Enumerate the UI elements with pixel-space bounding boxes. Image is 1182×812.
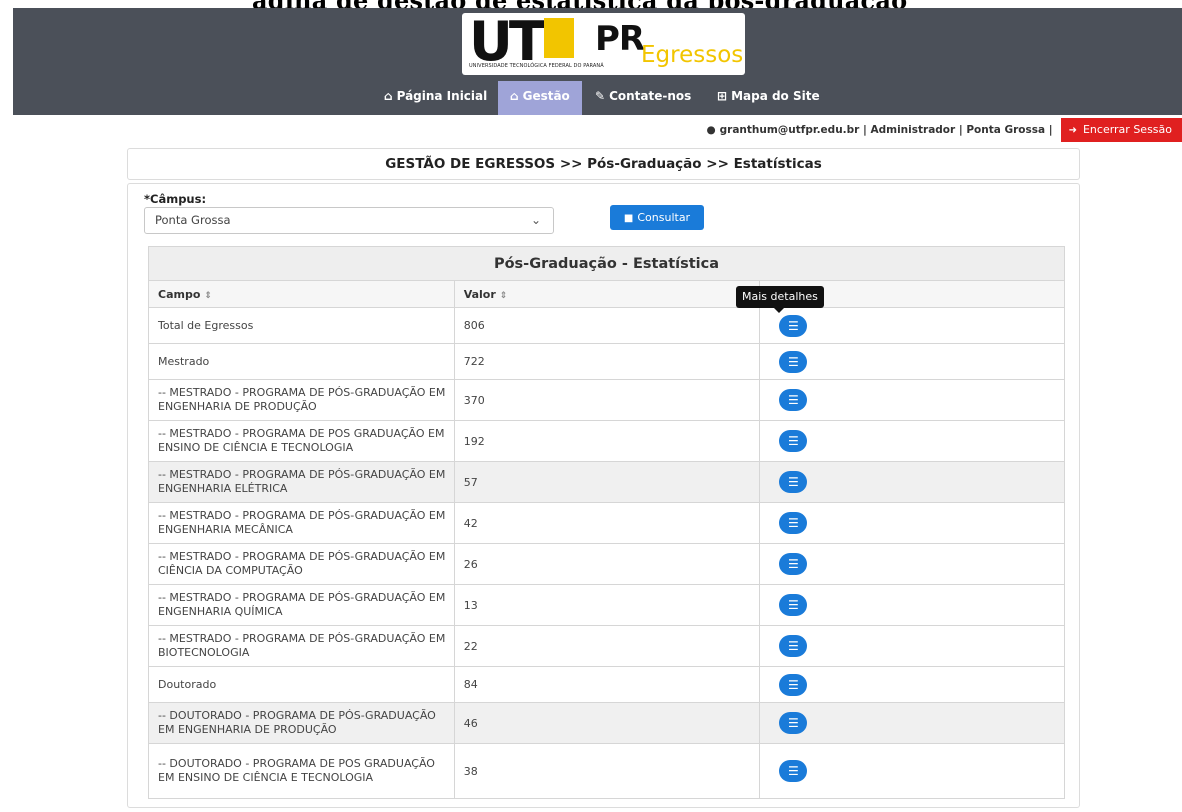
nav-gestao[interactable]: ⌂ Gestão bbox=[498, 81, 582, 115]
valor-cell: 57 bbox=[453, 461, 761, 503]
site-header: UT PR Egressos UNIVERSIDADE TECNOLÓGICA … bbox=[13, 8, 1182, 115]
list-icon[interactable]: ☰ bbox=[779, 594, 808, 616]
campo-cell: Doutorado bbox=[148, 666, 455, 703]
campo-cell: -- MESTRADO - PROGRAMA DE PÓS-GRADUAÇÃO … bbox=[148, 379, 455, 421]
valor-cell: 42 bbox=[453, 502, 761, 544]
valor-cell: 22 bbox=[453, 625, 761, 667]
utfpr-egressos-logo[interactable]: UT PR Egressos UNIVERSIDADE TECNOLÓGICA … bbox=[462, 11, 745, 75]
logo-pr-text: PR bbox=[595, 19, 645, 59]
campo-cell: -- MESTRADO - PROGRAMA DE POS GRADUAÇÃO … bbox=[148, 420, 455, 462]
table-row: Mestrado 722 ☰ bbox=[148, 343, 1065, 380]
sign-out-icon: ➜ bbox=[1068, 125, 1077, 136]
home-icon: ⌂ bbox=[384, 89, 393, 103]
valor-cell: 192 bbox=[453, 420, 761, 462]
campus-label: *Câmpus: bbox=[144, 192, 207, 206]
table-row: -- MESTRADO - PROGRAMA DE PÓS-GRADUAÇÃO … bbox=[148, 625, 1065, 667]
chevron-down-icon: ⌄ bbox=[530, 213, 541, 227]
campus-select-value: Ponta Grossa bbox=[155, 213, 231, 227]
campo-cell: -- MESTRADO - PROGRAMA DE PÓS-GRADUAÇÃO … bbox=[148, 543, 455, 585]
campus-select[interactable]: Ponta Grossa ⌄ bbox=[144, 207, 554, 234]
sort-icon: ⇕ bbox=[499, 290, 508, 301]
list-icon[interactable]: ☰ bbox=[779, 635, 808, 657]
campo-cell: -- MESTRADO - PROGRAMA DE PÓS-GRADUAÇÃO … bbox=[148, 502, 455, 544]
main-nav: ⌂ Página Inicial ⌂ Gestão ✎ Contate-nos ⊞ Ma… bbox=[13, 81, 1182, 115]
logo-subtitle: UNIVERSIDADE TECNOLÓGICA FEDERAL DO PARA… bbox=[469, 63, 604, 69]
column-header-campo[interactable]: Campo ⇕ bbox=[148, 280, 455, 308]
list-icon[interactable]: ☰ bbox=[779, 512, 808, 534]
nav-home[interactable]: ⌂ Página Inicial bbox=[384, 81, 487, 115]
consultar-button[interactable]: ■ Consultar bbox=[610, 205, 704, 230]
breadcrumb: GESTÃO DE EGRESSOS >> Pós-Graduação >> E… bbox=[127, 148, 1080, 180]
valor-cell: 370 bbox=[453, 379, 761, 421]
valor-cell: 13 bbox=[453, 584, 761, 626]
campo-cell: Mestrado bbox=[148, 343, 455, 380]
table-row: -- MESTRADO - PROGRAMA DE PÓS-GRADUAÇÃO … bbox=[148, 379, 1065, 421]
list-icon[interactable]: ☰ bbox=[779, 553, 808, 575]
valor-cell: 38 bbox=[453, 743, 761, 799]
table-row: -- MESTRADO - PROGRAMA DE PÓS-GRADUAÇÃO … bbox=[148, 584, 1065, 626]
table-row: -- DOUTORADO - PROGRAMA DE PÓS-GRADUAÇÃO… bbox=[148, 702, 1065, 744]
stats-panel: *Câmpus: Ponta Grossa ⌄ ■ Consultar Pós-G… bbox=[127, 183, 1080, 808]
valor-cell: 84 bbox=[453, 666, 761, 703]
campo-cell: Total de Egressos bbox=[148, 307, 455, 344]
logout-button[interactable]: ➜ Encerrar Sessão bbox=[1060, 118, 1182, 142]
list-icon[interactable]: ☰ bbox=[779, 673, 808, 696]
list-icon[interactable]: ☰ bbox=[779, 712, 808, 734]
list-icon[interactable]: ☰ bbox=[779, 430, 808, 452]
details-tooltip: Mais detalhes bbox=[736, 286, 824, 313]
nav-mapa-do-site[interactable]: ⊞ Mapa do Site bbox=[717, 81, 820, 115]
user-info: ● granthum@utfpr.edu.br | Administrador |… bbox=[706, 124, 1053, 136]
column-header-valor[interactable]: Valor ⇕ bbox=[453, 280, 761, 308]
campo-cell: -- DOUTORADO - PROGRAMA DE POS GRADUAÇÃO… bbox=[148, 743, 455, 799]
user-icon: ● bbox=[706, 124, 716, 136]
table-row: -- MESTRADO - PROGRAMA DE POS GRADUAÇÃO … bbox=[148, 420, 1065, 462]
campo-cell: -- DOUTORADO - PROGRAMA DE PÓS-GRADUAÇÃO… bbox=[148, 702, 455, 744]
valor-cell: 46 bbox=[453, 702, 761, 744]
campo-cell: -- MESTRADO - PROGRAMA DE PÓS-GRADUAÇÃO … bbox=[148, 461, 455, 503]
list-icon[interactable]: ☰ bbox=[779, 760, 808, 782]
valor-cell: 806 bbox=[453, 307, 761, 344]
table-row: Doutorado 84 ☰ bbox=[148, 666, 1065, 703]
nav-contate-nos[interactable]: ✎ Contate-nos bbox=[595, 81, 691, 115]
valor-cell: 26 bbox=[453, 543, 761, 585]
sitemap-icon: ⊞ bbox=[717, 89, 728, 103]
list-icon[interactable]: ☰ bbox=[779, 350, 808, 373]
table-row: Total de Egressos 806 ☰ bbox=[148, 307, 1065, 344]
institution-icon: ⌂ bbox=[510, 89, 519, 103]
search-icon: ■ bbox=[623, 213, 634, 224]
list-icon[interactable]: ☰ bbox=[779, 314, 808, 337]
table-row: -- MESTRADO - PROGRAMA DE PÓS-GRADUAÇÃO … bbox=[148, 502, 1065, 544]
edit-icon: ✎ bbox=[595, 89, 606, 103]
list-icon[interactable]: ☰ bbox=[779, 389, 808, 411]
stats-table: Pós-Graduação - Estatística Campo ⇕ Valor… bbox=[148, 246, 1065, 799]
logo-egressos-text: Egressos bbox=[641, 42, 744, 68]
campo-cell: -- MESTRADO - PROGRAMA DE PÓS-GRADUAÇÃO … bbox=[148, 625, 455, 667]
table-row: -- MESTRADO - PROGRAMA DE PÓS-GRADUAÇÃO … bbox=[148, 461, 1065, 503]
user-bar: ● granthum@utfpr.edu.br | Administrador |… bbox=[706, 118, 1182, 142]
table-caption: Pós-Graduação - Estatística bbox=[148, 246, 1065, 281]
list-icon[interactable]: ☰ bbox=[779, 471, 808, 493]
table-row: -- MESTRADO - PROGRAMA DE PÓS-GRADUAÇÃO … bbox=[148, 543, 1065, 585]
campo-cell: -- MESTRADO - PROGRAMA DE PÓS-GRADUAÇÃO … bbox=[148, 584, 455, 626]
valor-cell: 722 bbox=[453, 343, 761, 380]
sort-icon: ⇕ bbox=[204, 290, 212, 301]
table-row: -- DOUTORADO - PROGRAMA DE POS GRADUAÇÃO… bbox=[148, 743, 1065, 799]
